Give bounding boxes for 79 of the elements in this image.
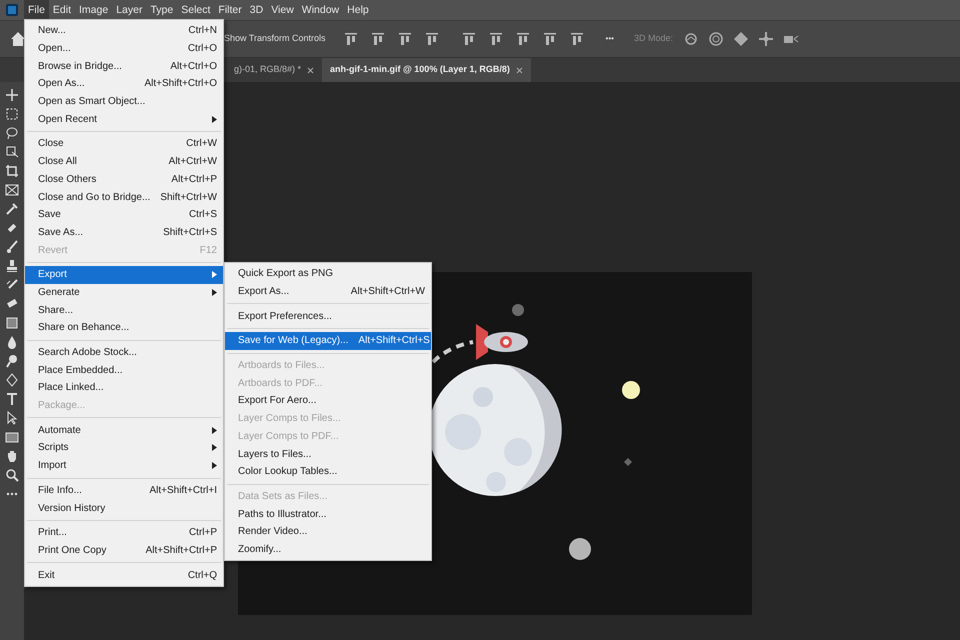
menu-item[interactable]: Paths to Illustrator... <box>225 505 431 523</box>
zoom-icon[interactable] <box>5 468 19 482</box>
selection-icon[interactable] <box>5 145 19 159</box>
menu-item[interactable]: Print... Ctrl+P <box>25 524 223 542</box>
mode-label: 3D Mode: <box>634 32 673 46</box>
align-icon[interactable] <box>344 32 358 46</box>
menu-item[interactable]: Export As... Alt+Shift+Ctrl+W <box>225 282 431 300</box>
menu-bar-item[interactable]: View <box>267 0 298 20</box>
menu-item[interactable]: Browse in Bridge... Alt+Ctrl+O <box>25 57 223 76</box>
document-tab[interactable]: anh-gif-1-min.gif @ 100% (Layer 1, RGB/8) <box>322 58 531 82</box>
menu-bar-item[interactable]: File <box>24 0 49 20</box>
menu-item[interactable]: Open Recent <box>25 110 223 128</box>
move-icon[interactable] <box>5 88 19 102</box>
lasso-icon[interactable] <box>5 126 19 140</box>
align-icon[interactable] <box>516 32 530 46</box>
align-icon[interactable] <box>424 32 439 46</box>
menu-item[interactable]: Close Others Alt+Ctrl+P <box>25 170 223 188</box>
rectangle-icon[interactable] <box>5 430 19 444</box>
gradient-icon[interactable] <box>5 316 19 330</box>
close-icon[interactable] <box>516 66 523 74</box>
menu-item[interactable]: Render Video... <box>225 522 431 541</box>
type-icon[interactable] <box>5 392 19 406</box>
path-select-icon[interactable] <box>5 411 19 425</box>
menu-item[interactable]: Save As... Shift+Ctrl+S <box>25 224 223 242</box>
menu-item[interactable]: Exit Ctrl+Q <box>25 566 223 584</box>
menu-item[interactable]: Zoomify... <box>225 540 431 558</box>
menu-bar-item[interactable]: Select <box>177 0 214 20</box>
transform-controls-label: Show Transform Controls <box>224 32 326 46</box>
menu-item[interactable]: Close and Go to Bridge... Shift+Ctrl+W <box>25 188 223 206</box>
menu-item[interactable]: Close All Alt+Ctrl+W <box>25 152 223 170</box>
menu-item[interactable]: Quick Export as PNG <box>225 265 431 283</box>
close-icon[interactable] <box>307 66 314 74</box>
marquee-icon[interactable] <box>5 107 19 121</box>
menu-bar-item[interactable]: Edit <box>48 0 76 20</box>
menu-item[interactable]: Scripts <box>25 439 223 457</box>
menu-item[interactable]: New... Ctrl+N <box>25 22 223 40</box>
menu-bar-item[interactable]: Window <box>298 0 344 20</box>
menu-item[interactable]: Save for Web (Legacy)... Alt+Shift+Ctrl+S <box>225 332 431 350</box>
menu-bar-item[interactable]: Type <box>146 0 178 20</box>
menu-item[interactable]: Place Embedded... <box>25 361 223 380</box>
menu-item[interactable]: Color Lookup Tables... <box>225 462 431 481</box>
menu-item[interactable]: Export <box>25 266 223 284</box>
menu-item[interactable]: Open as Smart Object... <box>25 92 223 110</box>
menu-item[interactable]: Automate <box>25 421 223 440</box>
stamp-icon[interactable] <box>5 259 19 273</box>
menu-item[interactable]: Share on Behance... <box>25 319 223 337</box>
menu-item[interactable]: Export For Aero... <box>225 392 431 410</box>
menu-bar-item[interactable]: 3D <box>246 0 268 20</box>
menu-item[interactable]: Version History <box>25 499 223 517</box>
align-icon[interactable] <box>462 32 476 46</box>
menu-item[interactable]: Save Ctrl+S <box>25 206 223 224</box>
menu-bar-item[interactable]: Help <box>343 0 373 20</box>
menu-item[interactable]: Print One Copy Alt+Shift+Ctrl+P <box>25 542 223 560</box>
align-icon[interactable] <box>488 32 503 46</box>
brush-icon[interactable] <box>5 240 19 254</box>
align-icon[interactable] <box>370 32 385 46</box>
align-icon[interactable] <box>398 32 412 46</box>
menu-item[interactable]: Generate <box>25 284 223 302</box>
menu-item[interactable]: Import <box>25 456 223 474</box>
app-logo-icon <box>6 4 18 16</box>
menu-item[interactable]: Export Preferences... <box>225 307 431 326</box>
align-icon[interactable] <box>570 32 584 46</box>
frame-icon[interactable] <box>5 183 19 197</box>
menu-item[interactable]: Search Adobe Stock... <box>25 344 223 362</box>
menu-bar-item[interactable]: Layer <box>112 0 146 20</box>
crop-icon[interactable] <box>5 164 19 178</box>
drop-icon[interactable] <box>5 335 19 349</box>
menu-bar-item[interactable]: Image <box>75 0 112 20</box>
home-icon <box>10 31 26 47</box>
menu-item[interactable]: Layers to Files... <box>225 445 431 463</box>
more-options-button[interactable]: ••• <box>600 32 620 46</box>
menu-item[interactable]: File Info... Alt+Shift+Ctrl+I <box>25 482 223 500</box>
menu-item[interactable]: Open... Ctrl+O <box>25 40 223 58</box>
menu-item[interactable]: Share... <box>25 301 223 319</box>
align-icon[interactable] <box>542 32 557 46</box>
menu-item[interactable]: Place Linked... <box>25 379 223 397</box>
menu-item[interactable]: Open As... Alt+Shift+Ctrl+O <box>25 75 223 93</box>
menu-bar-item[interactable]: Filter <box>214 0 246 20</box>
menu-item[interactable]: Close Ctrl+W <box>25 135 223 153</box>
